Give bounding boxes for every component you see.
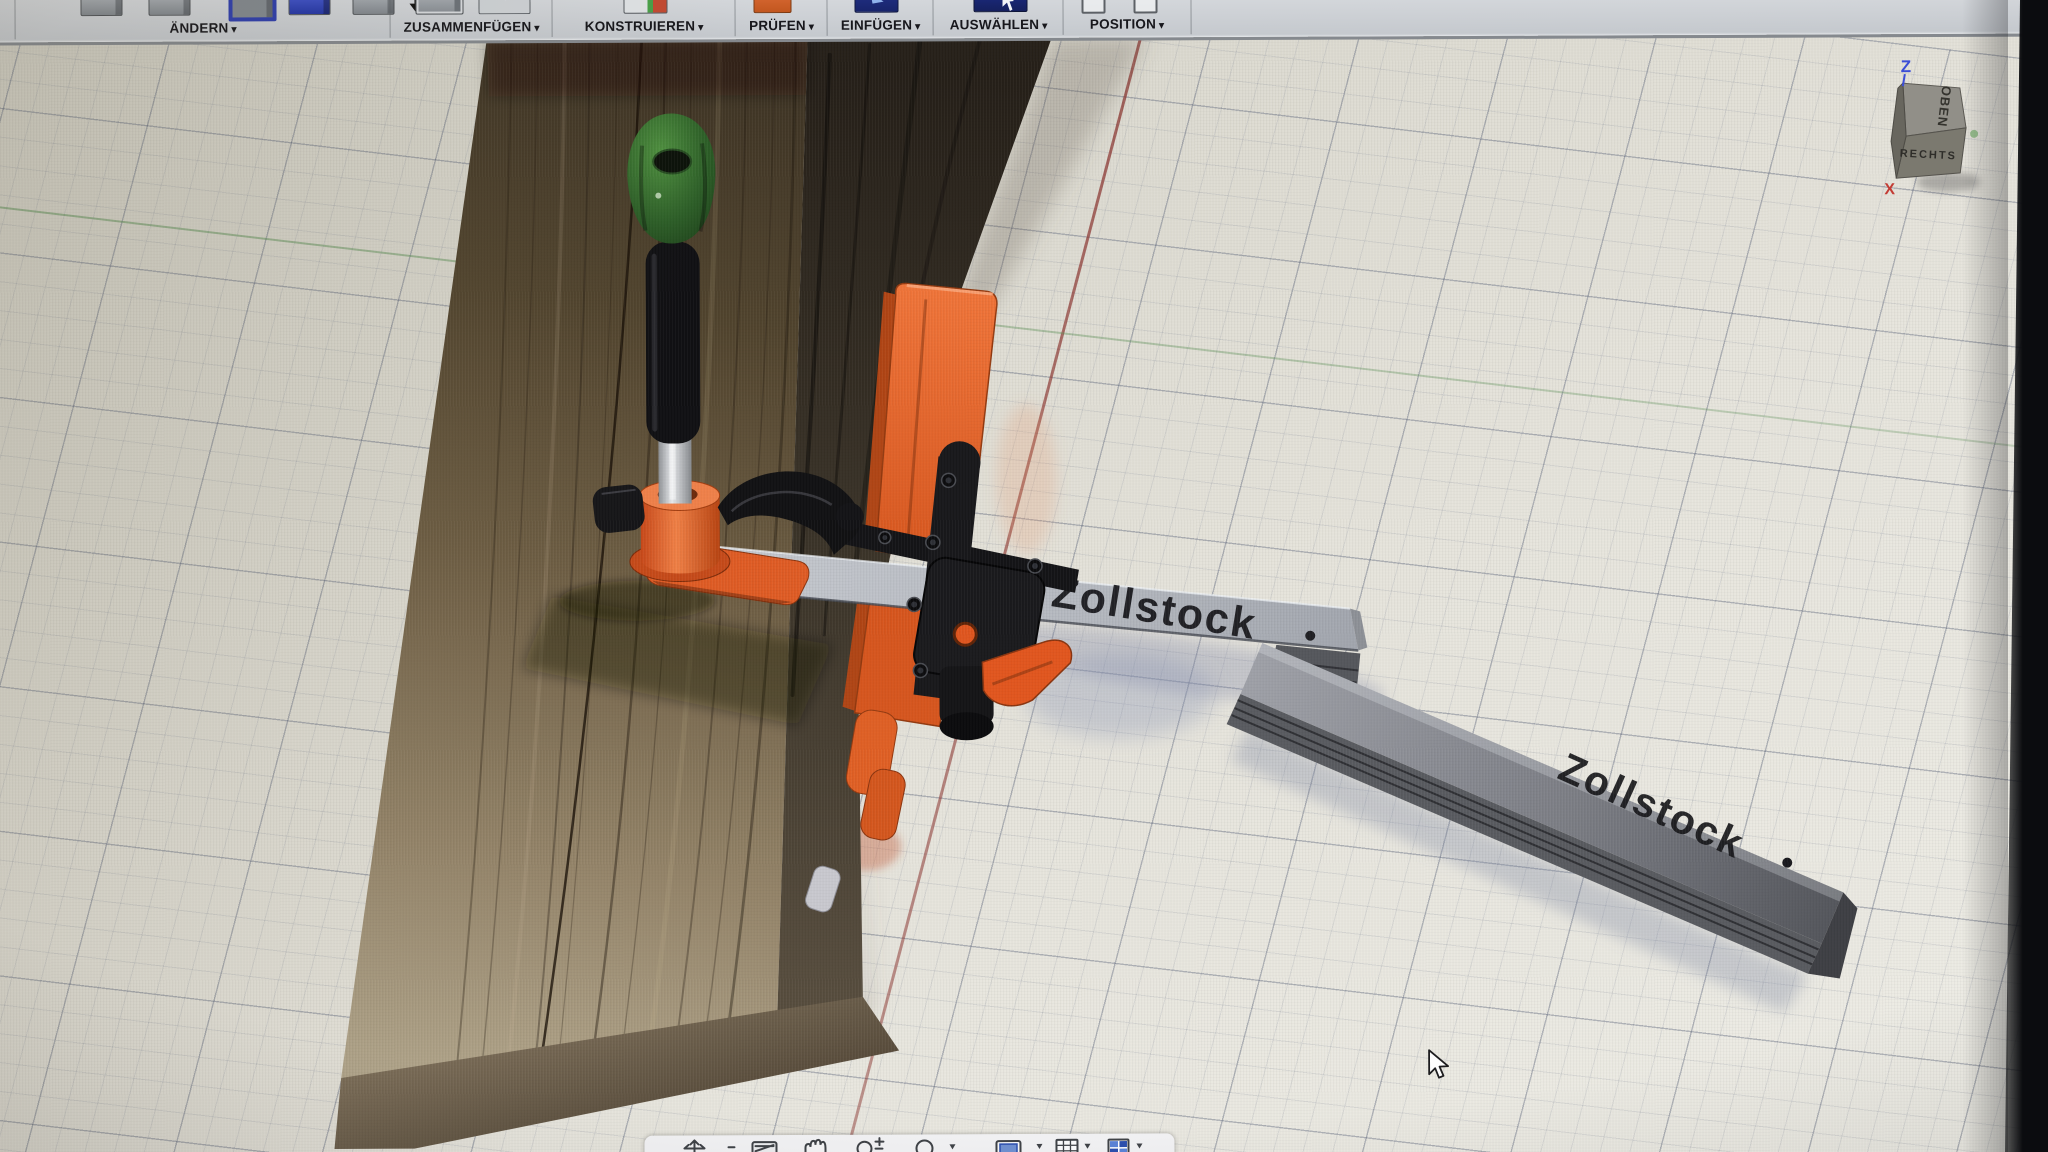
viewports-icon[interactable] — [1108, 1139, 1142, 1152]
position-icon-2[interactable] — [1133, 0, 1157, 14]
viewcube-x-axis-label: X — [1884, 181, 1895, 198]
zoom-icon[interactable] — [857, 1138, 883, 1152]
y-axis-dot — [1970, 130, 1978, 138]
ruler-rivet-lower — [1782, 858, 1792, 868]
modify-tool-icon-3[interactable] — [228, 0, 276, 21]
viewcube[interactable]: OBEN RECHTS Z X — [1876, 46, 1993, 201]
zoom-window-icon[interactable] — [916, 1140, 955, 1152]
look-at-icon[interactable] — [752, 1142, 776, 1152]
grid-snaps-icon[interactable] — [1056, 1140, 1090, 1152]
viewport-canvas[interactable]: Zollstock Zollstock — [0, 34, 2048, 1152]
ruler-rivet-upper — [1305, 631, 1315, 641]
display-settings-icon[interactable] — [996, 1141, 1042, 1152]
folding-ruler-stack[interactable]: Zollstock — [1226, 640, 1857, 981]
join-icon[interactable] — [415, 0, 463, 15]
toolbar-label[interactable]: PRÜFEN▾ — [736, 18, 828, 33]
toolbar-label[interactable]: POSITION▾ — [1064, 16, 1191, 32]
screen-photo: Zollstock Zollstock — [0, 0, 2048, 1152]
modify-tool-icon-5[interactable] — [352, 0, 394, 15]
toolbar-label[interactable]: ZUSAMMENFÜGEN▾ — [391, 19, 553, 35]
toolbar-section-auswaehlen[interactable]: AUSWÄHLEN▾ — [932, 0, 1063, 35]
viewcube-face-top[interactable] — [1903, 83, 1966, 136]
position-icon-1[interactable] — [1081, 0, 1105, 14]
toolbar-section-aendern[interactable]: ÄNDERN▾ — [14, 0, 390, 39]
toolbar-section-konstruieren[interactable]: KONSTRUIEREN▾ — [551, 0, 735, 37]
toolbar-label[interactable]: ÄNDERN▾ — [16, 20, 391, 37]
toolbar-section-einfuegen[interactable]: EINFÜGEN▾ — [826, 0, 933, 36]
model-3d: Zollstock Zollstock — [0, 34, 2048, 1152]
nav-toolbar — [644, 1133, 1174, 1152]
pan-icon[interactable] — [805, 1140, 825, 1152]
toolbar-section-position[interactable]: POSITION▾ — [1062, 0, 1191, 35]
modify-tool-icon-2[interactable] — [148, 0, 190, 16]
toolbar-section-zusammenfuegen[interactable]: ZUSAMMENFÜGEN▾ — [389, 0, 552, 38]
measure-icon[interactable] — [753, 0, 791, 13]
orbit-icon[interactable] — [684, 1140, 704, 1152]
toolbar-label[interactable]: AUSWÄHLEN▾ — [934, 17, 1064, 33]
toolbar-label[interactable]: EINFÜGEN▾ — [828, 17, 934, 32]
toolbar-label[interactable]: KONSTRUIEREN▾ — [553, 18, 736, 34]
pivot-dot — [954, 623, 976, 645]
select-icon[interactable] — [973, 0, 1027, 12]
modify-tool-icon-4[interactable] — [288, 0, 330, 15]
viewcube-z-axis-label: Z — [1901, 57, 1911, 76]
joint-icon[interactable] — [478, 0, 530, 14]
insert-icon[interactable] — [854, 0, 898, 13]
modify-tool-icon-1[interactable] — [80, 0, 122, 16]
toolbar-section-pruefen[interactable]: PRÜFEN▾ — [734, 0, 827, 36]
construction-plane-icon[interactable] — [623, 0, 667, 14]
